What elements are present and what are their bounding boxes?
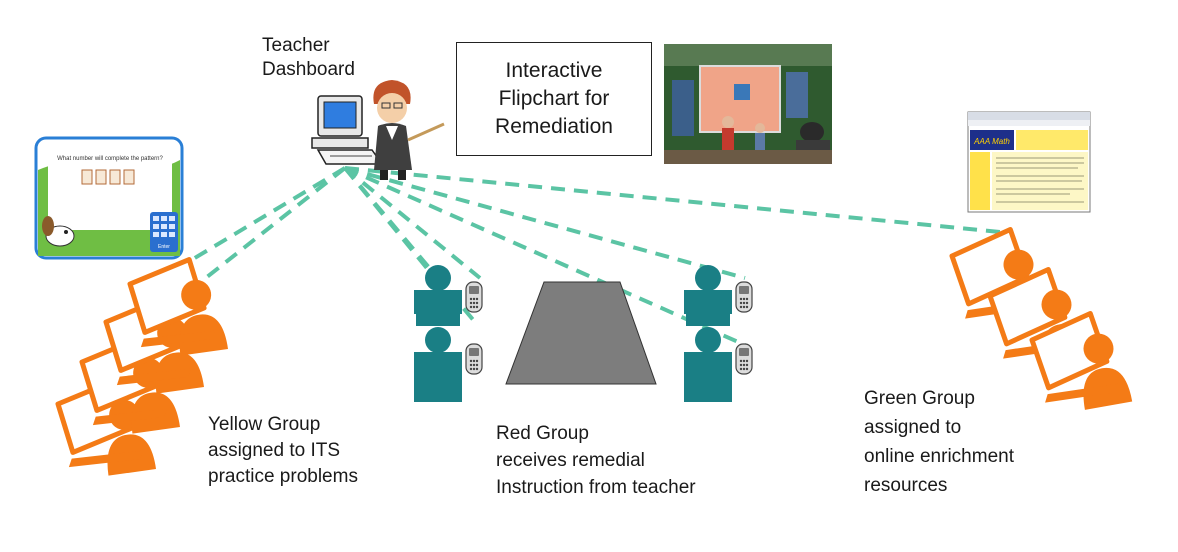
label-red-group-line-1: Red Group <box>496 423 589 444</box>
label-red-group-line-2: receives remedial <box>496 450 645 471</box>
flipchart-line-2: Flipchart for <box>498 87 610 110</box>
flipchart-line-1: Interactive <box>505 59 603 82</box>
website-logo-text: AAA Math <box>973 137 1010 146</box>
keypad-enter-label: Enter <box>158 244 170 250</box>
flipchart-box: Interactive Flipchart for Remediation <box>456 42 652 156</box>
label-green-group-line-1: Green Group <box>864 388 975 409</box>
its-screenshot: What number will complete the pattern? E… <box>34 136 184 260</box>
label-teacher-dashboard-line-1: Teacher <box>262 35 330 56</box>
label-teacher-dashboard: Teacher Dashboard <box>262 34 355 82</box>
keypad-icon: Enter <box>150 212 178 252</box>
label-yellow-group: Yellow Group assigned to ITS practice pr… <box>208 412 358 490</box>
teacher-icon <box>373 80 445 180</box>
label-red-group-line-3: Instruction from teacher <box>496 477 696 498</box>
label-green-group-line-2: assigned to <box>864 417 962 438</box>
computer-icon <box>311 95 384 165</box>
red-group <box>414 265 753 402</box>
label-teacher-dashboard-line-2: Dashboard <box>262 59 355 80</box>
website-screenshot: AAA Math <box>967 111 1091 213</box>
connector-to-green <box>344 166 1001 234</box>
group-table <box>505 281 657 385</box>
connector-to-red-5 <box>344 166 746 280</box>
label-yellow-group-line-1: Yellow Group <box>208 414 321 435</box>
label-yellow-group-line-3: practice problems <box>208 466 358 487</box>
flipchart-line-3: Remediation <box>495 115 613 138</box>
label-green-group-line-4: resources <box>864 475 948 496</box>
label-green-group: Green Group assigned to online enrichmen… <box>864 384 1014 500</box>
label-red-group: Red Group receives remedial Instruction … <box>496 420 696 501</box>
its-question-text: What number will complete the pattern? <box>57 156 163 162</box>
whiteboard-photo <box>664 44 832 164</box>
label-green-group-line-3: online enrichment <box>864 446 1014 467</box>
connector-to-red-1 <box>343 166 432 274</box>
label-yellow-group-line-2: assigned to ITS <box>208 440 341 461</box>
yellow-group-students <box>56 256 228 481</box>
